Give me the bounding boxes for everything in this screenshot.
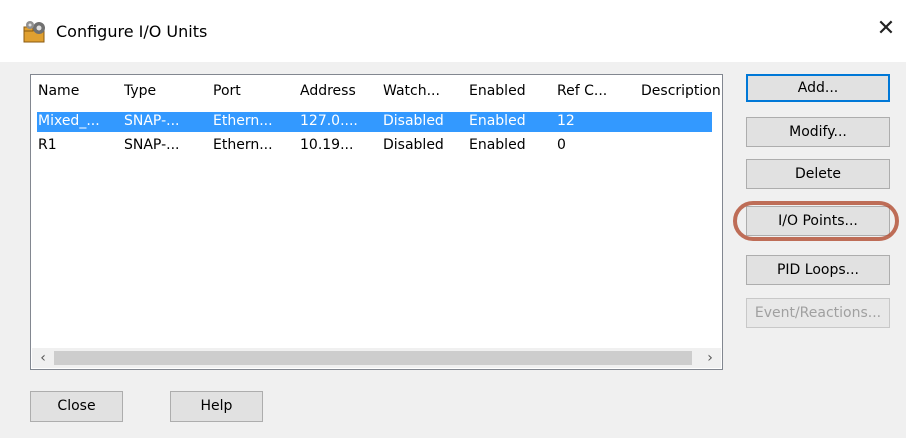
scroll-right-icon[interactable]: › (699, 348, 721, 368)
column-header-address[interactable]: Address (300, 83, 370, 99)
table-row[interactable]: Mixed_... SNAP-... Ethern... 127.0.... D… (37, 112, 712, 132)
title-bar: Configure I/O Units ✕ (0, 0, 906, 62)
close-icon[interactable]: ✕ (873, 16, 899, 42)
column-header-watch[interactable]: Watch... (383, 83, 463, 99)
list-header: Name Type Port Address Watch... Enabled … (31, 75, 722, 105)
add-button[interactable]: Add... (746, 74, 890, 102)
io-units-list[interactable]: Name Type Port Address Watch... Enabled … (30, 74, 723, 370)
column-header-description[interactable]: Description (641, 83, 721, 99)
cell-port: Ethern... (213, 137, 273, 153)
column-header-ref-count[interactable]: Ref C... (557, 83, 627, 99)
gear-folder-icon (23, 21, 45, 43)
cell-enabled: Enabled (469, 137, 526, 153)
horizontal-scrollbar[interactable]: ‹ › (32, 348, 721, 368)
cell-type: SNAP-... (124, 137, 180, 153)
window-title: Configure I/O Units (56, 22, 208, 41)
cell-port: Ethern... (213, 113, 273, 129)
event-reactions-button: Event/Reactions... (746, 298, 890, 328)
cell-address: 10.19... (300, 137, 354, 153)
cell-watch: Disabled (383, 113, 444, 129)
column-header-port[interactable]: Port (213, 83, 283, 99)
modify-button[interactable]: Modify... (746, 117, 890, 147)
scrollbar-thumb[interactable] (54, 351, 692, 365)
cell-ref-count: 0 (557, 137, 566, 153)
cell-type: SNAP-... (124, 113, 180, 129)
column-header-type[interactable]: Type (124, 83, 194, 99)
column-header-name[interactable]: Name (38, 83, 108, 99)
help-button[interactable]: Help (170, 391, 263, 422)
close-button[interactable]: Close (30, 391, 123, 422)
cell-enabled: Enabled (469, 113, 526, 129)
cell-address: 127.0.... (300, 113, 358, 129)
highlight-circle (733, 201, 899, 241)
table-row[interactable]: R1 SNAP-... Ethern... 10.19... Disabled … (37, 136, 712, 156)
delete-button[interactable]: Delete (746, 159, 890, 189)
pid-loops-button[interactable]: PID Loops... (746, 255, 890, 285)
cell-ref-count: 12 (557, 113, 575, 129)
scroll-left-icon[interactable]: ‹ (32, 348, 54, 368)
cell-name: Mixed_... (38, 113, 100, 129)
cell-watch: Disabled (383, 137, 444, 153)
column-header-enabled[interactable]: Enabled (469, 83, 539, 99)
cell-name: R1 (38, 137, 57, 153)
